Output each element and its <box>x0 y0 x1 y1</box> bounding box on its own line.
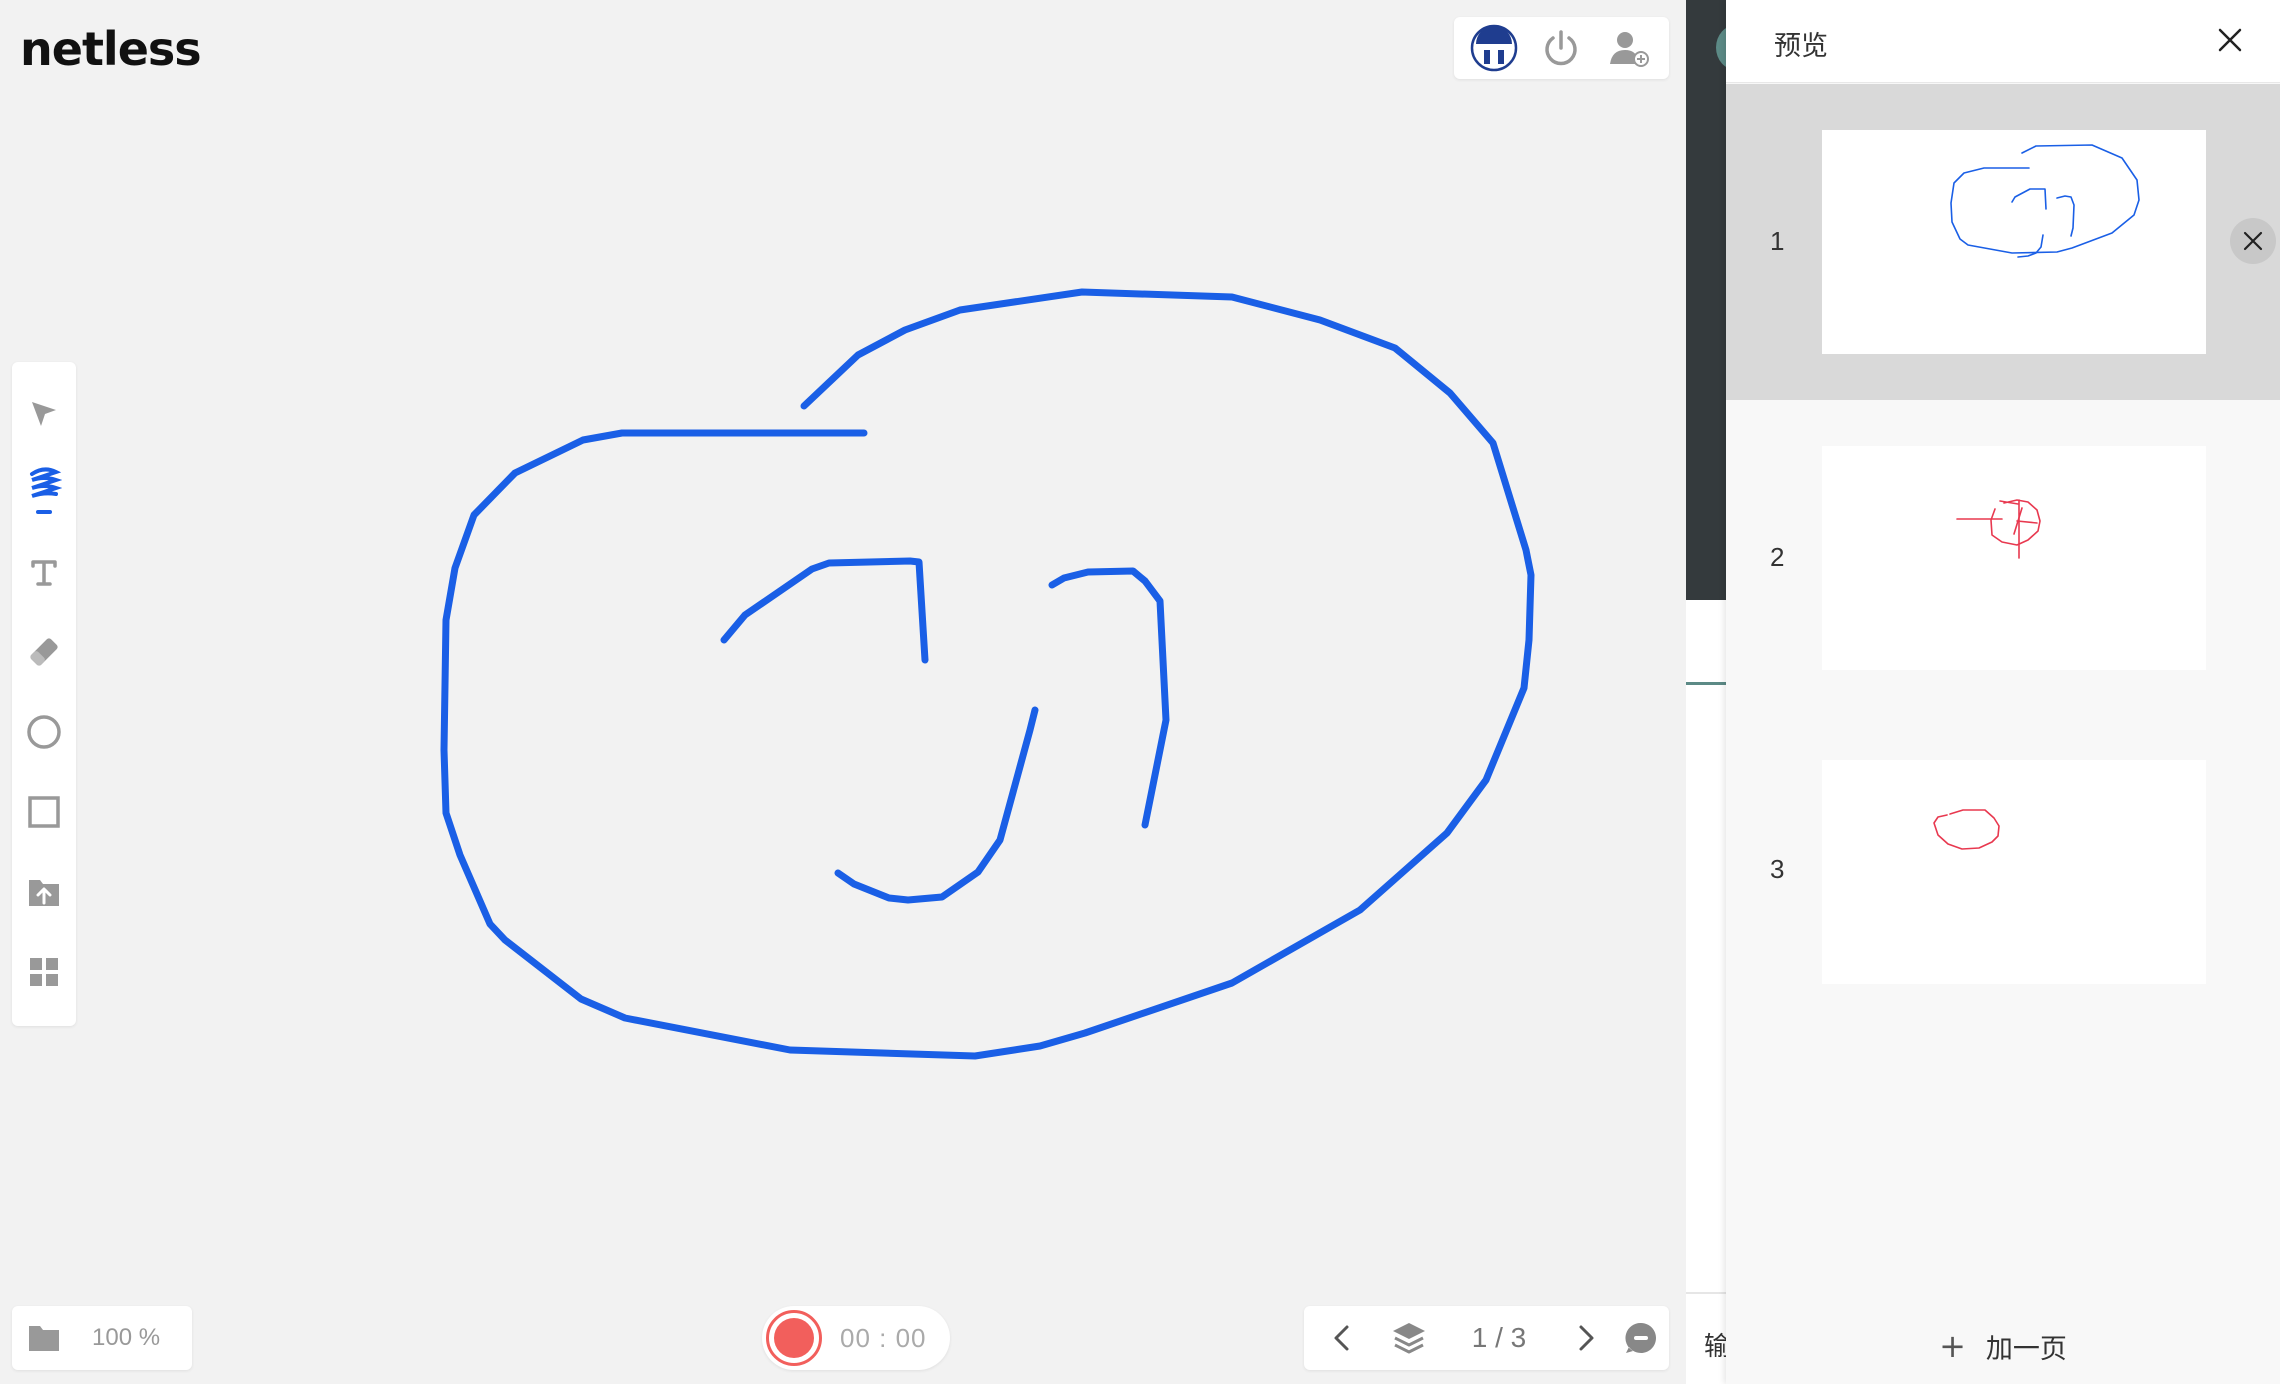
pencil-icon <box>30 467 62 514</box>
preview-page[interactable]: 3 <box>1726 716 2280 1032</box>
circle-icon <box>27 715 61 749</box>
upload-folder-icon <box>29 880 59 906</box>
close-icon <box>2243 231 2263 251</box>
preview-panel: 预览 1 2 3 + 加一页 <box>1726 0 2280 1384</box>
eraser-icon <box>30 638 58 666</box>
ellipse-tool[interactable] <box>12 700 76 764</box>
add-page-label: 加一页 <box>1985 1333 2067 1365</box>
preview-page[interactable]: 2 <box>1726 400 2280 716</box>
plus-icon: + <box>1939 1327 1966 1365</box>
grid-icon <box>30 958 58 986</box>
page-controls: 1 / 3 <box>1304 1306 1669 1370</box>
zoom-control: 100 % <box>12 1306 192 1370</box>
pencil-tool[interactable] <box>12 460 76 524</box>
eraser-tool[interactable] <box>12 620 76 684</box>
preview-page[interactable]: 1 <box>1726 84 2280 400</box>
record-button[interactable] <box>766 1310 822 1366</box>
power-icon[interactable] <box>1535 22 1587 74</box>
record-time: 00 : 00 <box>840 1322 927 1353</box>
chat-button[interactable] <box>1614 1306 1668 1370</box>
add-page-button[interactable]: + 加一页 <box>1726 1318 2280 1374</box>
thumbnail-drawing <box>1956 499 2041 559</box>
page-thumbnail[interactable] <box>1822 446 2206 670</box>
stroke-inner-mid <box>834 706 1039 904</box>
whiteboard-canvas[interactable] <box>0 0 1686 1384</box>
rectangle-tool[interactable] <box>12 780 76 844</box>
folder-icon[interactable] <box>12 1306 76 1370</box>
thumbnail-drawing <box>1933 809 2000 850</box>
background-panel-light: 输 <box>1686 600 1730 1384</box>
stroke-inner-right <box>1048 567 1170 829</box>
netless-logo: netless <box>20 22 202 76</box>
page-number: 3 <box>1770 854 1785 884</box>
close-preview-button[interactable] <box>2210 20 2250 60</box>
chevron-right-icon <box>1579 1325 1594 1351</box>
layers-icon <box>1393 1323 1425 1354</box>
text-tool[interactable] <box>12 540 76 604</box>
page-indicator: 1 / 3 <box>1471 1322 1527 1353</box>
chat-icon <box>1625 1322 1656 1353</box>
text-icon <box>31 560 57 586</box>
upload-tool[interactable] <box>12 860 76 924</box>
recorder: 00 : 00 <box>762 1306 950 1370</box>
thumbnail-drawing <box>1950 144 2140 258</box>
page-number: 2 <box>1770 542 1785 572</box>
square-icon <box>28 796 60 828</box>
add-user-icon[interactable] <box>1603 22 1655 74</box>
stroke-outer <box>440 288 1535 1060</box>
prev-page-button[interactable] <box>1316 1306 1366 1370</box>
page-thumbnail[interactable] <box>1822 130 2206 354</box>
page-number: 1 <box>1770 226 1785 256</box>
cursor-arrow-icon <box>32 402 56 426</box>
record-dot-icon <box>774 1318 814 1358</box>
tool-palette <box>12 362 76 1026</box>
preview-title: 预览 <box>1774 31 1828 62</box>
room-controls <box>1454 17 1669 79</box>
page-thumbnail[interactable] <box>1822 760 2206 984</box>
preview-header: 预览 <box>1726 0 2280 83</box>
background-panel-dark <box>1686 0 1726 600</box>
zoom-level[interactable]: 100 % <box>92 1324 160 1352</box>
selector-tool[interactable] <box>12 382 76 446</box>
avatar[interactable] <box>1468 22 1520 74</box>
whiteboard-drawing <box>440 288 1535 1060</box>
chevron-left-icon <box>1334 1325 1349 1351</box>
stroke-inner-left <box>720 557 929 664</box>
layers-button[interactable] <box>1384 1306 1434 1370</box>
delete-page-button[interactable] <box>2230 218 2276 264</box>
close-icon <box>2218 28 2242 52</box>
next-page-button[interactable] <box>1562 1306 1612 1370</box>
more-tools[interactable] <box>12 940 76 1004</box>
